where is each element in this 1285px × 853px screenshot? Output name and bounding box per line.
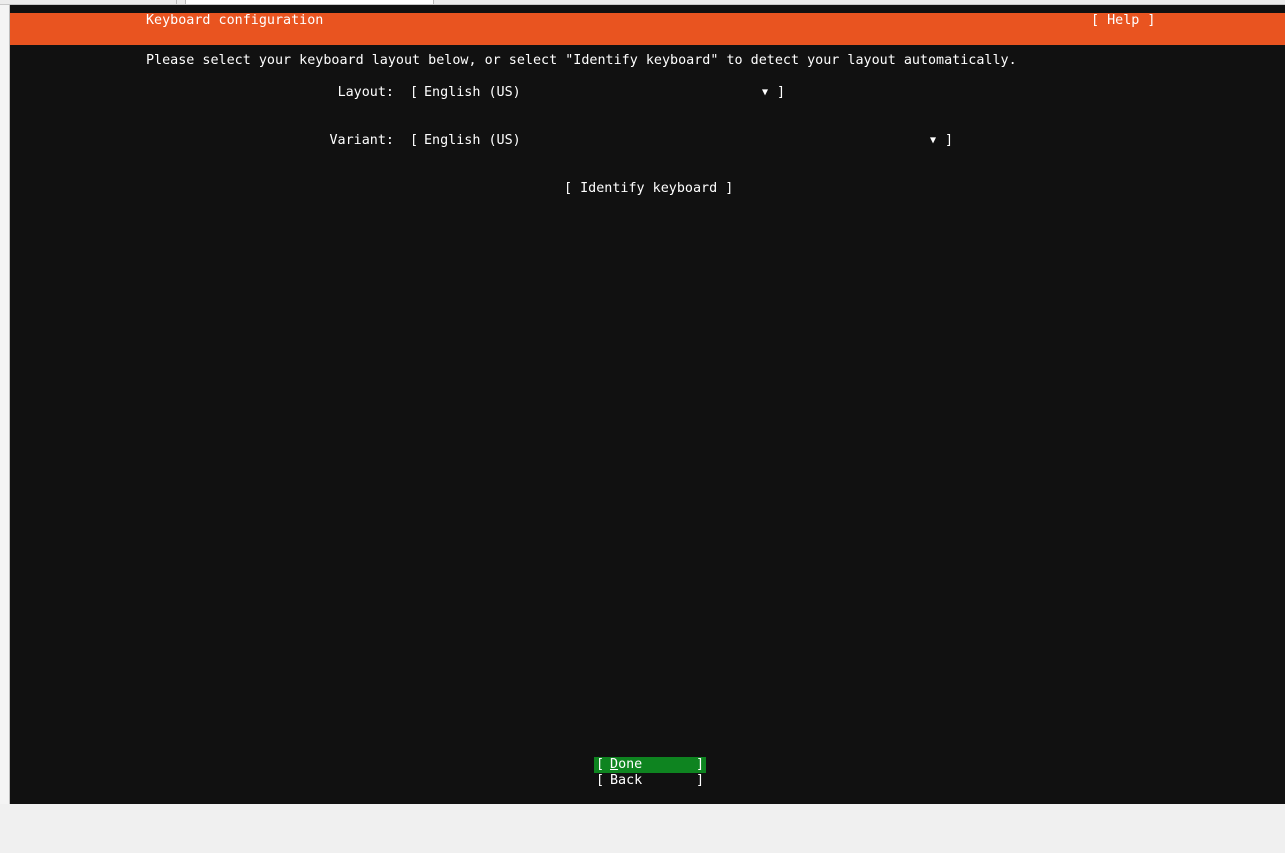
help-button[interactable]: [ Help ] — [1091, 13, 1156, 29]
done-mnemonic: D — [610, 757, 619, 772]
variant-select-value: English (US) — [424, 133, 521, 148]
dropdown-arrow-icon: ▼ — [930, 135, 937, 146]
back-label: Back — [610, 773, 643, 788]
done-open-bracket: [ — [596, 757, 605, 772]
layout-select-open-bracket: [ — [410, 85, 419, 100]
done-label-rest: one — [618, 757, 643, 772]
host-left-frame — [0, 5, 10, 804]
layout-select-close-bracket: ] — [777, 85, 786, 100]
dropdown-arrow-icon: ▼ — [762, 87, 769, 98]
done-label: Done — [610, 757, 642, 773]
layout-select[interactable]: [ English (US) ▼ ] — [410, 85, 786, 101]
instructions-text: Please select your keyboard layout below… — [146, 53, 1017, 68]
back-close-bracket: ] — [696, 773, 705, 788]
variant-select-close-bracket: ] — [945, 133, 954, 148]
back-open-bracket: [ — [596, 773, 605, 788]
back-button[interactable]: [ Back ] — [594, 773, 706, 789]
done-close-bracket: ] — [696, 757, 705, 772]
host-active-tab[interactable] — [185, 0, 434, 4]
installer-console: Keyboard configuration [ Help ] Please s… — [10, 5, 1285, 804]
variant-label: Variant: — [329, 133, 395, 148]
identify-keyboard-button[interactable]: [ Identify keyboard ] — [564, 181, 733, 197]
layout-label: Layout: — [337, 85, 394, 100]
host-tab-separator — [176, 0, 177, 4]
variant-select-open-bracket: [ — [410, 133, 419, 148]
variant-select[interactable]: [ English (US) ▼ ] — [410, 133, 954, 149]
page-title: Keyboard configuration — [146, 13, 324, 28]
layout-select-value: English (US) — [424, 85, 521, 100]
done-button[interactable]: [ Done ] — [594, 757, 706, 773]
